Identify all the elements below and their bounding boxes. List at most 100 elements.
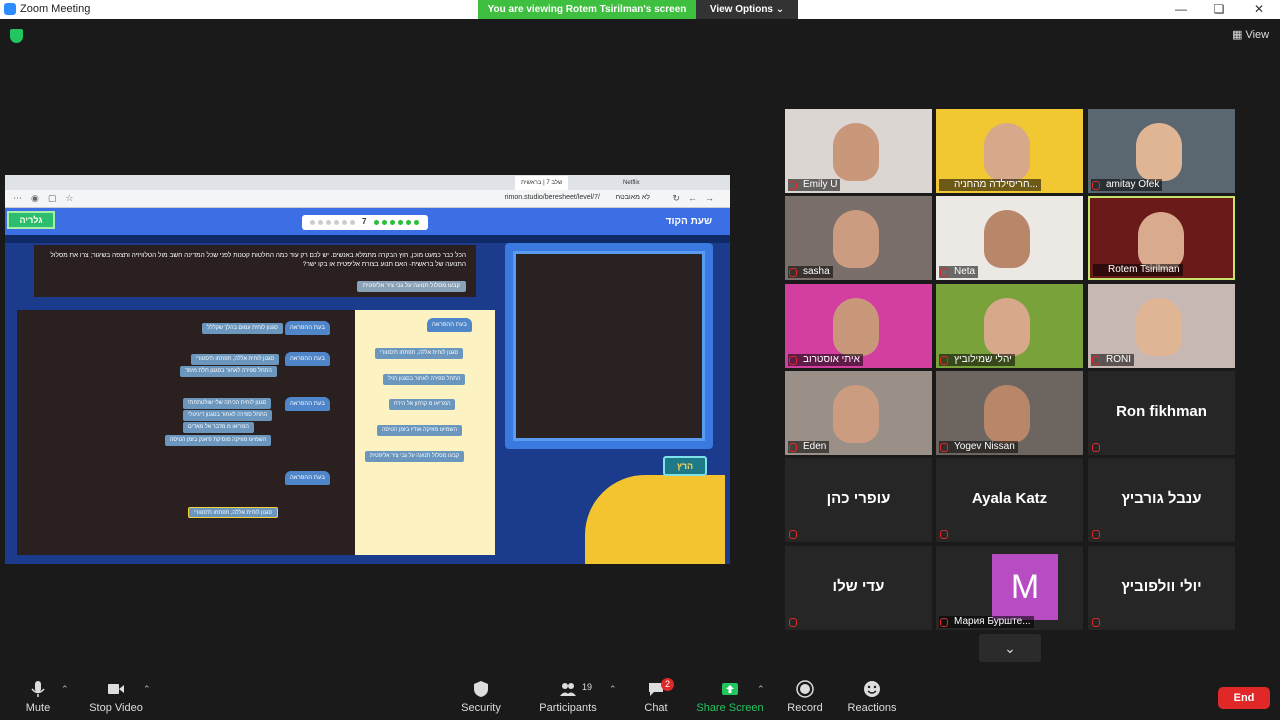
participant-name: Мария Бурште... xyxy=(939,616,1034,628)
participant-tile[interactable]: עדי שלו xyxy=(785,546,932,630)
shield-icon xyxy=(474,681,488,697)
participant-tile[interactable]: יולי וולפוביץ xyxy=(1088,546,1235,630)
code-block[interactable]: בעת ההפראה xyxy=(285,321,330,335)
decor-planet xyxy=(585,475,725,564)
participant-tile[interactable]: sasha xyxy=(785,196,932,280)
participant-video xyxy=(833,298,879,356)
muted-mic-icon xyxy=(940,530,948,539)
participant-name: עדי שלו xyxy=(832,578,885,595)
code-block[interactable]: סגנון לוחית עמום בהלך שקללל xyxy=(202,323,283,334)
participant-tile[interactable]: Ron fikhman xyxy=(1088,371,1235,455)
browser-toolbar-icons: ⋯◉▢☆ xyxy=(13,193,83,203)
participant-video xyxy=(1136,298,1182,356)
share-screen-label: Share Screen xyxy=(696,702,764,714)
participant-tile[interactable]: Ayala Katz xyxy=(936,458,1083,542)
security-button[interactable]: Security xyxy=(441,680,521,714)
chat-label: Chat xyxy=(644,702,668,714)
muted-mic-icon xyxy=(1092,530,1100,539)
participant-tile[interactable]: עופרי כהן xyxy=(785,458,932,542)
toolbox-block[interactable]: בעת ההפראה xyxy=(427,318,472,332)
game-stage xyxy=(513,251,705,441)
code-block[interactable]: סגנון לוחית אללה, תפתחו ת'סטורי xyxy=(191,354,279,365)
participant-name: Yogev Nissan xyxy=(939,441,1018,453)
instruction-panel: הכל כבר כמעט מוכן, חוץ הבקרה מתמלא באנשי… xyxy=(32,243,478,299)
muted-mic-icon xyxy=(940,268,948,277)
toolbox-block[interactable]: המריאו מ קרחון אל הירח xyxy=(389,399,456,410)
microphone-icon xyxy=(31,681,45,697)
participant-video xyxy=(833,123,879,181)
instruction-block: קבעו מסלול תנועה על גבי ציר אליפטית xyxy=(356,281,466,292)
chat-button[interactable]: 2 Chat xyxy=(616,678,696,714)
code-block[interactable]: בעת ההפראה xyxy=(285,397,330,411)
participant-tile[interactable]: יהלי שמילוביץ xyxy=(936,284,1083,368)
participant-name: ענבל גורביץ xyxy=(1121,490,1202,507)
video-options-caret[interactable]: ⌃ xyxy=(143,684,151,695)
code-block[interactable]: בעת ההפראה xyxy=(285,352,330,366)
progress-dot xyxy=(382,220,387,225)
run-button[interactable]: הרץ xyxy=(663,456,707,476)
gallery-next-page-button[interactable]: ⌄ xyxy=(979,634,1041,662)
muted-mic-icon xyxy=(940,443,948,452)
progress-dot xyxy=(326,220,331,225)
end-meeting-button[interactable]: End xyxy=(1218,687,1270,709)
selected-code-block[interactable]: סגנון לוחית אללה, תפתחו ת'סטורי xyxy=(188,507,278,518)
level-progress: 7 xyxy=(302,215,428,230)
participant-tile[interactable]: ענבל גורביץ xyxy=(1088,458,1235,542)
participant-tile[interactable]: Emily U xyxy=(785,109,932,193)
toolbox-block[interactable]: השמיעו מוזיקה אודיו בזמן הטיסה xyxy=(377,425,462,436)
participant-tile[interactable]: Eden xyxy=(785,371,932,455)
participant-tile[interactable]: איתי אוסטרוב xyxy=(785,284,932,368)
participant-tile[interactable]: M Мария Бурште... xyxy=(936,546,1083,630)
chevron-down-icon: ⌄ xyxy=(775,4,785,15)
participant-tile[interactable]: Yogev Nissan xyxy=(936,371,1083,455)
code-block[interactable]: התחל ספירה לאחור בסגנון דיגיטלי xyxy=(183,410,273,421)
current-level: 7 xyxy=(362,217,367,226)
code-block[interactable]: השמיעו מוזיקה מוסיקת פ'אנק בזמן הטיסה xyxy=(165,435,272,446)
smiley-icon xyxy=(864,681,880,697)
shared-screen[interactable]: Netflix שלב 7 | בראשית ⋯◉▢☆ rimon.studio… xyxy=(5,175,730,564)
participant-tile[interactable]: חריסילדה מהחניה... xyxy=(936,109,1083,193)
encryption-shield-icon[interactable] xyxy=(10,29,23,43)
browser-tab-bar: Netflix שלב 7 | בראשית xyxy=(5,175,730,190)
view-options-button[interactable]: View Options ⌄ xyxy=(696,0,798,19)
participant-video xyxy=(984,385,1030,443)
participant-video xyxy=(984,123,1030,181)
progress-dot xyxy=(406,220,411,225)
grid-icon: ▦ xyxy=(1232,29,1246,41)
muted-mic-icon xyxy=(1092,443,1100,452)
toolbox-block[interactable]: התחל ספירה לאחור בסגנון רגיל xyxy=(383,374,466,385)
gallery-button[interactable]: גלריה xyxy=(7,211,55,229)
code-block[interactable]: התחל ספירה לאחור בסגנון תלת מימד xyxy=(180,366,277,377)
participant-name: Ayala Katz xyxy=(971,490,1048,507)
toolbox-block[interactable]: סגנון לוחית אללה, תפתחו ת'סטורי xyxy=(375,348,463,359)
muted-mic-icon xyxy=(789,618,797,627)
reactions-label: Reactions xyxy=(847,702,897,714)
muted-mic-icon xyxy=(789,356,797,365)
tab-level[interactable]: שלב 7 | בראשית xyxy=(515,176,569,190)
participant-video xyxy=(984,298,1030,356)
participants-label: Participants xyxy=(539,702,597,714)
participant-tile[interactable]: Neta xyxy=(936,196,1083,280)
close-icon[interactable]: ✕ xyxy=(1244,1,1274,18)
minimize-icon[interactable]: — xyxy=(1166,1,1196,18)
participant-tile[interactable]: Rotem Tsirilman xyxy=(1088,196,1235,280)
participant-name: יולי וולפוביץ xyxy=(1121,578,1202,595)
maximize-icon[interactable]: ❏ xyxy=(1204,1,1234,18)
muted-mic-icon xyxy=(940,618,948,627)
participant-tile[interactable]: amitay Ofek xyxy=(1088,109,1235,193)
toolbox-block[interactable]: קבעו מסלול תנועה על גבי ציר אליפטית xyxy=(365,451,465,462)
code-block[interactable]: המריאו מ מדבר אל מאדים xyxy=(183,422,254,433)
browser-nav-icons[interactable]: ↻←→ xyxy=(672,193,722,204)
muted-mic-icon xyxy=(789,181,797,190)
reactions-button[interactable]: Reactions xyxy=(832,680,912,714)
code-block[interactable]: סגנון לוחית הכיתה שלי שולטתתת! xyxy=(183,398,272,409)
audio-options-caret[interactable]: ⌃ xyxy=(61,684,69,695)
url-field[interactable]: rimon.studio/beresheet/level/7/ xyxy=(505,194,600,201)
participants-button[interactable]: 19 Participants xyxy=(528,680,608,714)
share-options-caret[interactable]: ⌃ xyxy=(757,684,765,695)
participant-tile[interactable]: RONI xyxy=(1088,284,1235,368)
tab-netflix[interactable]: Netflix xyxy=(617,176,646,190)
view-button[interactable]: ▦ View xyxy=(1232,28,1269,41)
code-block[interactable]: בעת ההפראה xyxy=(285,471,330,485)
participant-name: amitay Ofek xyxy=(1091,179,1163,191)
